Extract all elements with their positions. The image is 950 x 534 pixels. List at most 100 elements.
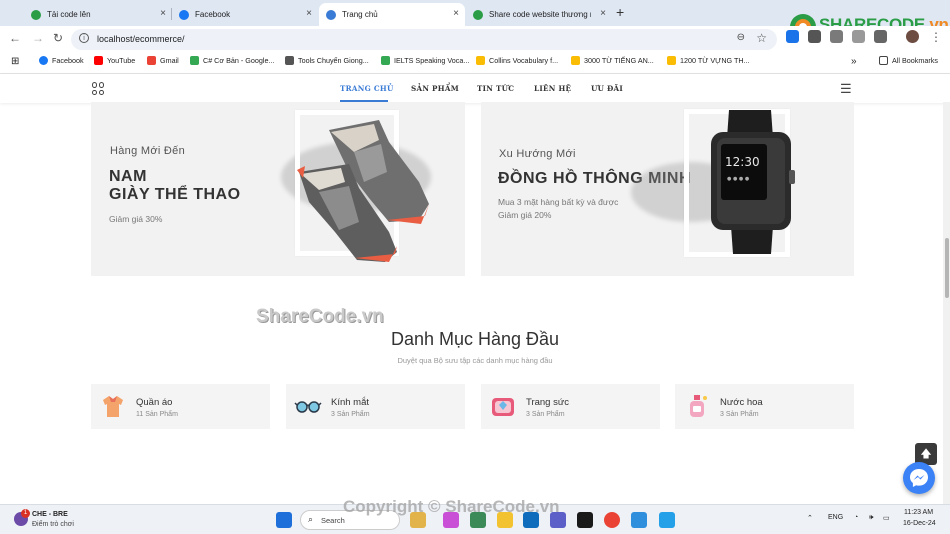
category-card-nuoc-hoa[interactable]: Nước hoa 3 Sản Phẩm — [675, 384, 854, 429]
page-scrollbar[interactable] — [943, 102, 950, 504]
app-icon[interactable] — [631, 512, 647, 528]
category-count: 3 Sản Phẩm — [331, 411, 370, 418]
apps-grid-icon[interactable]: ⊞ — [11, 56, 19, 67]
banner-desc: Giảm giá 20% — [498, 210, 552, 220]
tray-chevron-icon[interactable]: ⌃ — [807, 514, 813, 522]
messenger-chat-button[interactable] — [903, 462, 935, 494]
google-drive-icon — [381, 56, 390, 65]
url-text[interactable]: localhost/ecommerce/ — [97, 34, 185, 44]
grid-menu-icon[interactable] — [92, 82, 105, 95]
tab-share-code[interactable]: Share code website thương mại × — [466, 3, 612, 26]
bookmark-facebook[interactable]: Facebook — [39, 56, 84, 65]
facebook-favicon-icon — [179, 9, 189, 20]
tab-title: Trang chủ — [342, 10, 378, 19]
bookmark-collins[interactable]: Collins Vocabulary f... — [476, 56, 558, 65]
site-info-icon[interactable]: i — [79, 33, 89, 43]
banner-smartwatch[interactable]: Xu Hướng Mới ĐỒNG HỒ THÔNG MINH Mua 3 mặ… — [481, 102, 854, 276]
category-name: Kính mắt — [331, 397, 370, 408]
banner-title: GIÀY THỂ THAO — [109, 186, 241, 203]
tab-facebook[interactable]: Facebook × — [172, 3, 318, 26]
gmail-icon — [147, 56, 156, 65]
app-l-icon[interactable] — [577, 512, 593, 528]
bookmark-tools[interactable]: Tools Chuyển Giong... — [285, 56, 369, 65]
category-name: Quần áo — [136, 397, 173, 408]
windows-start-icon[interactable] — [276, 512, 292, 528]
google-drive-icon — [190, 56, 199, 65]
nav-uu-dai[interactable]: ƯU ĐÃI — [591, 84, 623, 93]
sneaker-image — [297, 120, 429, 262]
nav-san-pham[interactable]: SẢN PHẨM — [411, 84, 459, 93]
category-card-quan-ao[interactable]: Quần áo 11 Sản Phẩm — [91, 384, 270, 429]
vscode-icon[interactable] — [659, 512, 675, 528]
section-subtitle: Duyệt qua Bộ sưu tập các danh mục hàng đ… — [397, 356, 553, 365]
tools-icon — [285, 56, 294, 65]
forward-icon[interactable]: → — [32, 31, 44, 45]
chrome-icon[interactable] — [604, 512, 620, 528]
avatar[interactable] — [906, 30, 919, 43]
extension-icon[interactable] — [830, 30, 843, 43]
google-drive-icon — [667, 56, 676, 65]
extension-icon[interactable] — [852, 30, 865, 43]
perfume-icon — [690, 395, 707, 417]
banner-title: NAM — [109, 168, 147, 185]
svg-text:12:30: 12:30 — [725, 155, 760, 169]
bookmark-1200[interactable]: 1200 TỪ VỰNG TH... — [667, 56, 750, 65]
youtube-icon — [94, 56, 103, 65]
nav-trang-chu[interactable]: TRANG CHỦ — [340, 84, 394, 93]
all-bookmarks[interactable]: All Bookmarks — [879, 56, 938, 65]
address-bar[interactable]: i localhost/ecommerce/ ⊖ ☆ — [71, 29, 777, 50]
close-icon[interactable]: × — [600, 8, 606, 19]
smartwatch-image: 12:30 ● ● ● ● — [711, 110, 795, 254]
category-count: 3 Sản Phẩm — [720, 411, 759, 418]
extension-icon[interactable] — [786, 30, 799, 43]
bookmark-gmail[interactable]: Gmail — [147, 56, 179, 65]
sharecode-favicon-icon — [31, 9, 41, 20]
svg-text:● ● ● ●: ● ● ● ● — [727, 176, 750, 182]
close-icon[interactable]: × — [160, 8, 166, 19]
folder-icon — [879, 56, 888, 65]
facebook-icon — [39, 56, 48, 65]
menu-kebab-icon[interactable]: ⋮ — [930, 30, 942, 44]
tab-trang-chu[interactable]: Trang chủ × — [319, 3, 465, 26]
bookmark-ielts[interactable]: IELTS Speaking Voca... — [381, 56, 469, 65]
sharecode-favicon-icon — [473, 9, 483, 20]
clock-date[interactable]: 16-Dec-24 — [903, 520, 936, 527]
tab-title: Share code website thương mại — [489, 10, 591, 19]
puzzle-icon[interactable] — [874, 30, 887, 43]
bookmark-youtube[interactable]: YouTube — [94, 56, 135, 65]
bookmark-3000[interactable]: 3000 TỪ TIẾNG AN... — [571, 56, 654, 65]
weather-widget[interactable]: 1 CHE - BRE Điểm trò chơi — [12, 509, 102, 531]
google-drive-icon — [476, 56, 485, 65]
bookmark-star-icon[interactable]: ☆ — [756, 31, 767, 45]
zoom-icon[interactable]: ⊖ — [737, 32, 745, 43]
watermark-text: ShareCode.vn — [256, 306, 384, 327]
nav-lien-he[interactable]: LIÊN HỆ — [534, 84, 571, 93]
close-icon[interactable]: × — [453, 8, 459, 19]
category-card-kinh-mat[interactable]: Kính mắt 3 Sản Phẩm — [286, 384, 465, 429]
reload-icon[interactable]: ↻ — [53, 31, 63, 45]
language-indicator[interactable]: ENG — [828, 514, 843, 521]
back-icon[interactable]: ← — [9, 31, 21, 45]
tab-title: Facebook — [195, 10, 231, 19]
close-icon[interactable]: × — [306, 8, 312, 19]
chevron-right-icon[interactable]: » — [851, 56, 857, 67]
clock-time[interactable]: 11:23 AM — [904, 509, 933, 516]
category-name: Trang sức — [526, 397, 569, 408]
wifi-icon[interactable]: ◔ — [854, 514, 858, 521]
banner-shoes[interactable]: Hàng Mới Đến NAM GIÀY THỂ THAO Giảm giá … — [91, 102, 465, 276]
clothes-icon — [103, 396, 123, 417]
tab-tai-code-len[interactable]: Tải code lên × — [24, 3, 172, 26]
google-drive-icon — [571, 56, 580, 65]
category-card-trang-suc[interactable]: Trang sức 3 Sản Phẩm — [481, 384, 660, 429]
site-favicon-icon — [326, 9, 336, 20]
battery-icon[interactable]: ▭ — [883, 514, 890, 522]
scrollbar-thumb[interactable] — [945, 238, 949, 298]
volume-icon[interactable]: 🕪 — [869, 514, 873, 522]
extension-icon[interactable] — [808, 30, 821, 43]
section-title: Danh Mục Hàng Đầu — [390, 329, 560, 349]
nav-tin-tuc[interactable]: TIN TỨC — [477, 84, 514, 93]
jewelry-icon — [492, 398, 514, 416]
new-tab-button[interactable]: + — [616, 4, 624, 20]
bookmark-csharp[interactable]: C# Cơ Bản - Google... — [190, 56, 274, 65]
sort-icon[interactable]: ☰ — [840, 81, 852, 97]
